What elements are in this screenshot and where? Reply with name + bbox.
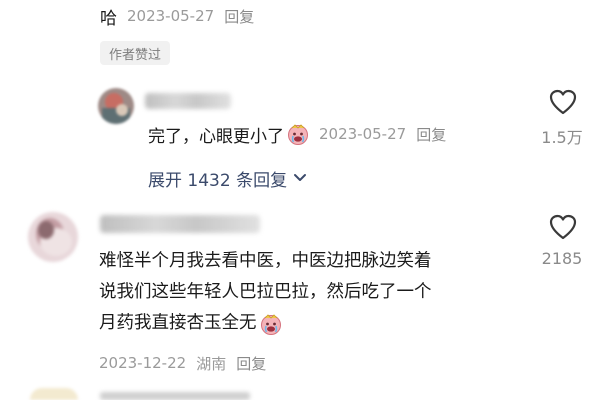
avatar[interactable]: [28, 212, 78, 262]
top-comment-text-tail: 哈: [100, 8, 117, 29]
avatar-image: [28, 212, 78, 262]
reply-comment-body: 完了，心眼更小了 2023-05-27 回复: [148, 120, 446, 148]
main-comment-location: 湖南: [196, 354, 227, 373]
heart-icon[interactable]: [549, 214, 577, 240]
chevron-down-icon: [294, 174, 307, 181]
author-liked-badge: 作者赞过: [100, 41, 171, 65]
expand-replies-label: 展开 1432 条回复: [148, 170, 288, 191]
expand-replies-link[interactable]: 展开 1432 条回复: [148, 164, 307, 192]
main-like-count: 2185: [541, 249, 583, 268]
main-comment-date: 2023-12-22: [99, 354, 187, 372]
main-comment-line: 说我们这些年轻人巴拉巴拉，然后吃了一个: [99, 282, 432, 302]
crying-face-icon: [288, 124, 308, 145]
top-comment-reply-button[interactable]: 回复: [224, 6, 254, 27]
main-comment-reply-button[interactable]: 回复: [236, 353, 266, 374]
reply-comment-text: 完了，心眼更小了: [148, 126, 284, 147]
blurred-username: [145, 93, 231, 109]
crying-face-icon: [260, 313, 281, 335]
heart-icon[interactable]: [549, 89, 577, 115]
main-comment-line: 难怪半个月我去看中医，中医边把脉边笑着: [99, 251, 432, 271]
main-comment-line-last: 月药我直接杏玉全无: [99, 308, 432, 339]
avatar[interactable]: [98, 88, 134, 124]
main-comment-text: 难怪半个月我去看中医，中医边把脉边笑着 说我们这些年轻人巴拉巴拉，然后吃了一个 …: [99, 246, 432, 339]
reply-comment-date: 2023-05-27: [319, 125, 407, 143]
author-liked-badge-label: 作者赞过: [109, 47, 162, 63]
reply-comment-reply-button[interactable]: 回复: [416, 124, 446, 145]
reply-like-count: 1.5万: [541, 128, 583, 147]
blurred-username: [100, 215, 260, 233]
top-comment-date: 2023-05-27: [127, 7, 215, 25]
avatar-image: [98, 88, 134, 124]
next-comment-avatar-partial: [30, 388, 78, 400]
top-comment-footer: 哈 2023-05-27 回复: [100, 4, 254, 29]
main-comment-line: 月药我直接杏玉全无: [99, 313, 257, 333]
main-comment-footer: 2023-12-22 湖南 回复: [99, 351, 266, 375]
next-comment-username-partial: [100, 392, 250, 400]
